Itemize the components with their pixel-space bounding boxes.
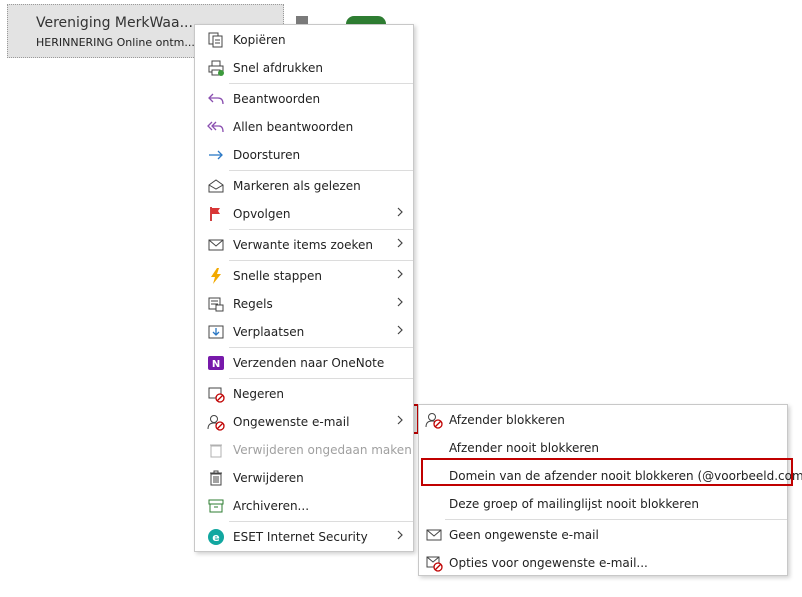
archive-icon (207, 497, 225, 515)
menu-separator (229, 260, 413, 261)
menu-item-copy[interactable]: Kopiëren (195, 26, 413, 54)
menu-item-ignore[interactable]: Negeren (195, 380, 413, 408)
svg-text:N: N (212, 359, 220, 370)
menu-item-label: Regels (233, 297, 273, 311)
chevron-right-icon (395, 267, 405, 281)
submenu-item-label: Deze groep of mailinglijst nooit blokker… (449, 497, 699, 511)
menu-item-label: Verplaatsen (233, 325, 305, 339)
menu-item-quick-print[interactable]: Snel afdrukken (195, 54, 413, 82)
menu-item-send-onenote[interactable]: N Verzenden naar OneNote (195, 349, 413, 377)
menu-separator (229, 83, 413, 84)
junk-email-submenu: Afzender blokkeren Afzender nooit blokke… (418, 404, 802, 577)
menu-item-rules[interactable]: Regels (195, 290, 413, 318)
menu-separator (445, 519, 787, 520)
block-sender-icon (425, 411, 443, 429)
reply-icon (207, 90, 225, 108)
svg-text:e: e (212, 531, 219, 544)
menu-item-label: Ongewenste e-mail (233, 415, 350, 429)
submenu-item-block-sender[interactable]: Afzender blokkeren (419, 406, 787, 434)
junk-icon (207, 413, 225, 431)
menu-item-quick-steps[interactable]: Snelle stappen (195, 262, 413, 290)
context-menu: Kopiëren Snel afdrukken Beantwoorden All… (194, 24, 414, 552)
menu-item-label: Markeren als gelezen (233, 179, 361, 193)
submenu-item-junk-options[interactable]: Opties voor ongewenste e-mail... (419, 549, 787, 577)
menu-item-label: Kopiëren (233, 33, 286, 47)
annotation-highlight-box (421, 458, 793, 486)
menu-item-delete[interactable]: Verwijderen (195, 464, 413, 492)
menu-item-label: ESET Internet Security (233, 530, 368, 544)
undelete-icon (207, 441, 225, 459)
submenu-item-never-block-group[interactable]: Deze groep of mailinglijst nooit blokker… (419, 490, 787, 518)
chevron-right-icon (395, 323, 405, 337)
menu-item-move[interactable]: Verplaatsen (195, 318, 413, 346)
menu-item-eset[interactable]: e ESET Internet Security (195, 523, 413, 551)
menu-item-label: Snel afdrukken (233, 61, 323, 75)
menu-item-label: Verwijderen (233, 471, 304, 485)
envelope-open-icon (207, 177, 225, 195)
menu-separator (229, 521, 413, 522)
flag-icon (207, 205, 225, 223)
menu-item-junk-email[interactable]: Ongewenste e-mail (195, 408, 413, 436)
chevron-right-icon (395, 295, 405, 309)
email-sender: Vereniging MerkWaa... (36, 15, 193, 31)
move-icon (207, 323, 225, 341)
menu-separator (229, 378, 413, 379)
menu-item-label: Negeren (233, 387, 285, 401)
chevron-right-icon (395, 413, 405, 427)
menu-item-reply[interactable]: Beantwoorden (195, 85, 413, 113)
menu-item-label: Doorsturen (233, 148, 301, 162)
menu-separator (229, 170, 413, 171)
menu-item-archive[interactable]: Archiveren... (195, 492, 413, 520)
submenu-item-not-junk[interactable]: Geen ongewenste e-mail (419, 521, 787, 549)
submenu-item-label: Geen ongewenste e-mail (449, 528, 599, 542)
reply-all-icon (207, 118, 225, 136)
menu-item-label: Verwante items zoeken (233, 238, 373, 252)
ignore-icon (207, 385, 225, 403)
menu-item-follow-up[interactable]: Opvolgen (195, 200, 413, 228)
menu-separator (229, 229, 413, 230)
junk-options-icon (425, 554, 443, 572)
forward-icon (207, 146, 225, 164)
menu-item-find-related[interactable]: Verwante items zoeken (195, 231, 413, 259)
not-junk-icon (425, 526, 443, 544)
menu-separator (229, 347, 413, 348)
chevron-right-icon (395, 236, 405, 250)
menu-item-reply-all[interactable]: Allen beantwoorden (195, 113, 413, 141)
chevron-right-icon (395, 205, 405, 219)
submenu-item-label: Afzender nooit blokkeren (449, 441, 599, 455)
background-accent-fragment (346, 16, 386, 24)
envelope-search-icon (207, 236, 225, 254)
menu-item-label: Verzenden naar OneNote (233, 356, 385, 370)
chevron-right-icon (395, 528, 405, 542)
menu-item-label: Snelle stappen (233, 269, 323, 283)
email-subject: HERINNERING Online ontm... (36, 36, 195, 49)
onenote-icon: N (207, 354, 225, 372)
menu-item-label: Allen beantwoorden (233, 120, 354, 134)
lightning-icon (207, 267, 225, 285)
submenu-item-label: Afzender blokkeren (449, 413, 565, 427)
menu-item-undelete: Verwijderen ongedaan maken (195, 436, 413, 464)
background-toolbar-fragment (296, 16, 308, 24)
eset-icon: e (207, 528, 225, 546)
menu-item-label: Beantwoorden (233, 92, 321, 106)
menu-item-mark-read[interactable]: Markeren als gelezen (195, 172, 413, 200)
trash-icon (207, 469, 225, 487)
menu-item-label: Verwijderen ongedaan maken (233, 443, 412, 457)
copy-icon (207, 31, 225, 49)
menu-item-label: Archiveren... (233, 499, 310, 513)
rules-icon (207, 295, 225, 313)
menu-item-forward[interactable]: Doorsturen (195, 141, 413, 169)
submenu-item-label: Opties voor ongewenste e-mail... (449, 556, 648, 570)
print-icon (207, 59, 225, 77)
menu-item-label: Opvolgen (233, 207, 291, 221)
